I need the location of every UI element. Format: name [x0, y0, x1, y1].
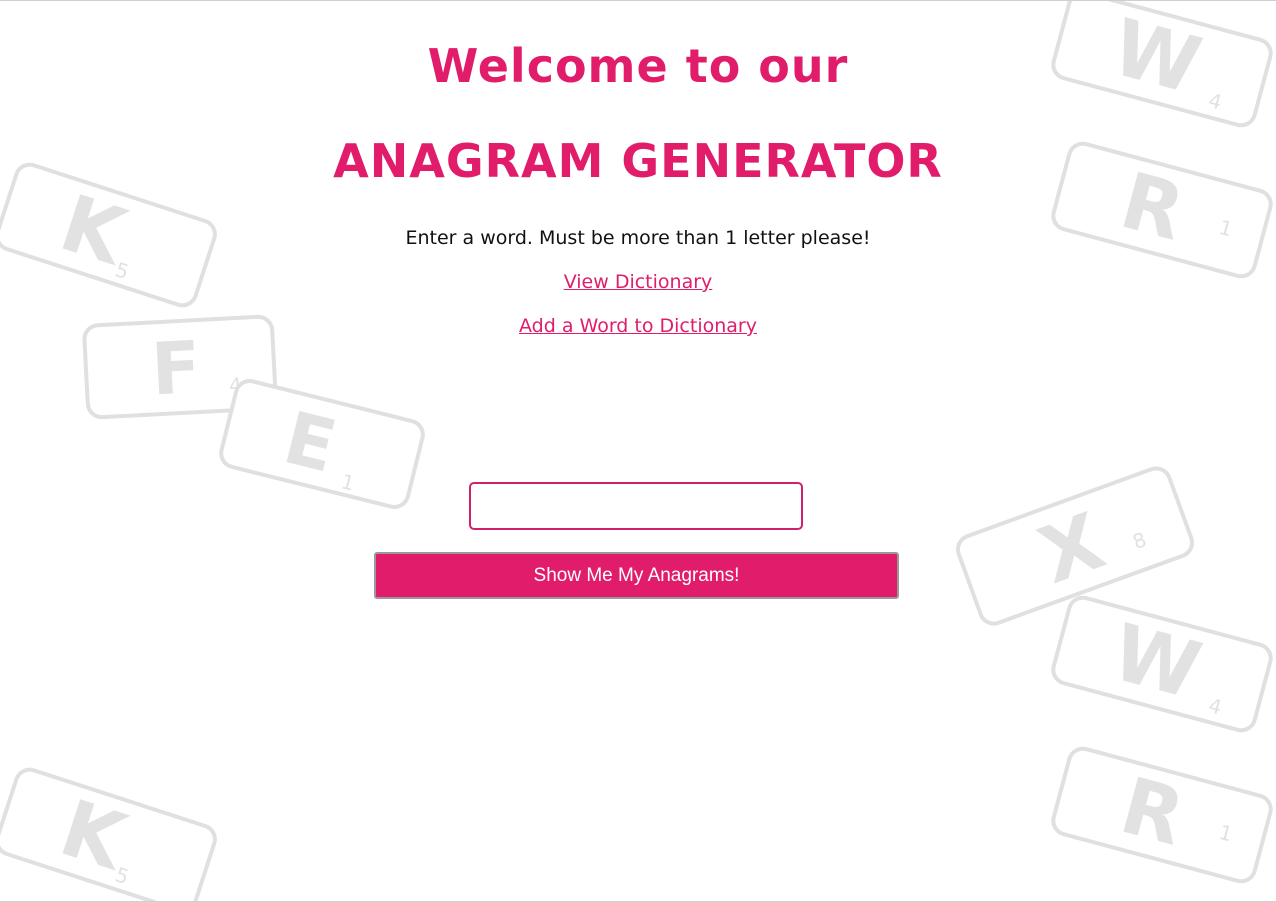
view-dictionary-row: View Dictionary	[0, 271, 1276, 293]
scrabble-tile-e: E 1	[219, 379, 425, 509]
svg-text:R: R	[1112, 761, 1193, 863]
svg-text:1: 1	[339, 469, 357, 495]
svg-text:1: 1	[1217, 820, 1236, 846]
svg-text:E: E	[276, 395, 344, 488]
add-word-link[interactable]: Add a Word to Dictionary	[519, 315, 757, 337]
scrabble-tile-k-bottom: K 5	[0, 767, 217, 901]
instructions-text: Enter a word. Must be more than 1 letter…	[405, 227, 871, 249]
page-title: ANAGRAM GENERATOR	[333, 134, 943, 188]
svg-text:K: K	[50, 784, 138, 889]
svg-text:5: 5	[112, 862, 132, 889]
word-input[interactable]	[469, 482, 803, 530]
svg-text:4: 4	[228, 373, 242, 398]
scrabble-tile-x: X 8	[955, 466, 1195, 626]
page: W 4 R 1 K 5 F 4 E 1 X 8 W 4 R 1 K 5 Welc…	[0, 0, 1276, 902]
svg-text:X: X	[1028, 497, 1115, 602]
view-dictionary-link[interactable]: View Dictionary	[564, 271, 713, 293]
scrabble-tile-r-bottom: R 1	[1051, 746, 1273, 884]
svg-text:8: 8	[1129, 527, 1149, 554]
scrabble-tile-w-bottom: W 4	[1051, 595, 1273, 733]
svg-text:F: F	[149, 325, 203, 411]
svg-text:4: 4	[1206, 693, 1225, 719]
show-anagrams-button[interactable]: Show Me My Anagrams!	[374, 552, 899, 599]
add-word-row: Add a Word to Dictionary	[0, 315, 1276, 337]
svg-text:W: W	[1103, 608, 1209, 717]
welcome-heading: Welcome to our	[427, 39, 849, 93]
